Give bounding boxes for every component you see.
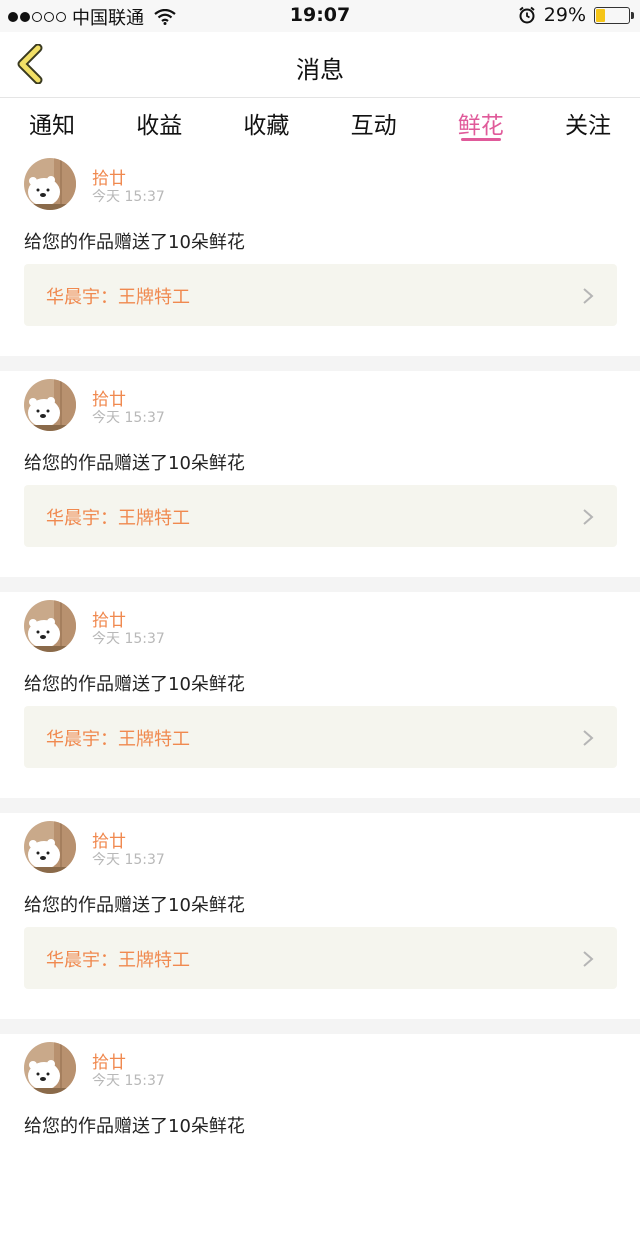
message-text: 给您的作品赠送了10朵鲜花 <box>24 1116 245 1137</box>
message-time: 今天 15:37 <box>92 631 165 647</box>
chevron-right-icon <box>583 730 594 746</box>
divider <box>0 1019 640 1034</box>
divider <box>0 798 640 813</box>
status-bar: 中国联通 19:07 29% <box>0 0 640 32</box>
message-text: 给您的作品赠送了10朵鲜花 <box>24 453 245 474</box>
tab-label: 通知 <box>29 113 75 139</box>
work-link-card[interactable]: 华晨宇：王牌特工 <box>24 706 617 768</box>
tab-label: 收益 <box>136 113 183 139</box>
tab-label: 互动 <box>350 113 397 139</box>
chevron-right-icon <box>583 288 594 304</box>
chevron-right-icon <box>583 951 594 967</box>
work-title: 华晨宇：王牌特工 <box>46 729 190 750</box>
work-title: 华晨宇：王牌特工 <box>46 508 190 529</box>
battery-percent: 29% <box>543 4 586 26</box>
tab-label: 关注 <box>564 113 611 139</box>
tab-label: 鲜花 <box>457 113 504 139</box>
tab-flowers[interactable]: 鲜花 <box>455 98 507 148</box>
work-title: 华晨宇：王牌特工 <box>46 287 190 308</box>
message-item: 拾廿 今天 15:37 给您的作品赠送了10朵鲜花 华晨宇：王牌特工 <box>0 813 640 1019</box>
tab-interaction[interactable]: 互动 <box>348 98 400 148</box>
message-time: 今天 15:37 <box>92 852 165 868</box>
battery-icon <box>594 6 634 24</box>
status-right: 29% <box>518 4 634 26</box>
tab-earnings[interactable]: 收益 <box>133 98 185 148</box>
tab-bar: 通知 收益 收藏 互动 鲜花 关注 <box>0 98 640 148</box>
work-link-card[interactable]: 华晨宇：王牌特工 <box>24 264 617 326</box>
message-text: 给您的作品赠送了10朵鲜花 <box>24 674 245 695</box>
tab-follow[interactable]: 关注 <box>562 98 614 148</box>
battery-level <box>596 8 606 22</box>
message-item: 拾廿 今天 15:37 给您的作品赠送了10朵鲜花 华晨宇：王牌特工 <box>0 150 640 356</box>
tab-label: 收藏 <box>243 113 290 139</box>
page-title: 消息 <box>296 56 344 84</box>
tab-favorites[interactable]: 收藏 <box>240 98 292 148</box>
chevron-right-icon <box>583 509 594 525</box>
work-link-card[interactable]: 华晨宇：王牌特工 <box>24 485 617 547</box>
nav-bar: 消息 <box>0 32 640 98</box>
tab-notice[interactable]: 通知 <box>26 98 78 148</box>
active-tab-indicator <box>460 138 501 141</box>
message-list: 拾廿 今天 15:37 给您的作品赠送了10朵鲜花 华晨宇：王牌特工 拾廿 今天 15:3… <box>0 150 640 1240</box>
message-time: 今天 15:37 <box>92 1073 165 1089</box>
work-title: 华晨宇：王牌特工 <box>46 950 190 971</box>
message-time: 今天 15:37 <box>92 189 165 205</box>
avatar[interactable] <box>24 821 76 873</box>
message-time: 今天 15:37 <box>92 410 165 426</box>
message-text: 给您的作品赠送了10朵鲜花 <box>24 232 245 253</box>
alarm-icon <box>519 6 535 24</box>
message-text: 给您的作品赠送了10朵鲜花 <box>24 895 245 916</box>
avatar[interactable] <box>24 600 76 652</box>
divider <box>0 356 640 371</box>
avatar[interactable] <box>24 379 76 431</box>
message-item: 拾廿 今天 15:37 给您的作品赠送了10朵鲜花 华晨宇：王牌特工 <box>0 371 640 577</box>
message-item: 拾廿 今天 15:37 给您的作品赠送了10朵鲜花 <box>0 1034 640 1240</box>
avatar[interactable] <box>24 158 76 210</box>
work-link-card[interactable]: 华晨宇：王牌特工 <box>24 927 617 989</box>
divider <box>0 577 640 592</box>
avatar[interactable] <box>24 1042 76 1094</box>
message-item: 拾廿 今天 15:37 给您的作品赠送了10朵鲜花 华晨宇：王牌特工 <box>0 592 640 798</box>
